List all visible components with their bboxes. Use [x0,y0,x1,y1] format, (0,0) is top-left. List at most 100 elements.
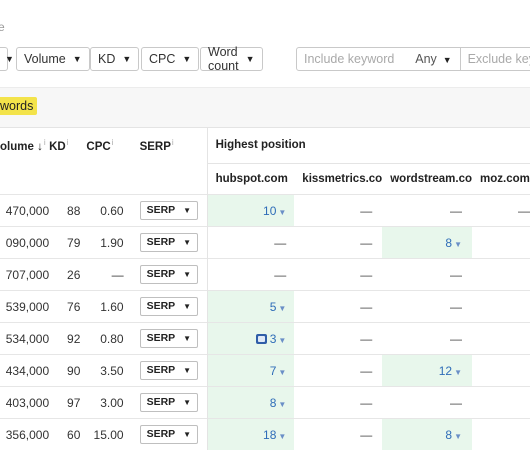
position-value: 12 [439,364,452,378]
word-count-filter-button[interactable]: Word count▼ [200,47,263,71]
position-value: — [360,300,372,314]
volume-filter-button[interactable]: Volume▼ [16,47,90,71]
position-cell [472,291,530,323]
position-value: 18 [263,428,276,442]
exclude-keyword-input[interactable]: Exclude key [461,52,530,66]
cpc-cell: 15.00 [86,419,131,450]
position-cell: — [382,259,472,291]
domain-header-moz[interactable]: moz.com [472,164,530,195]
cpc-column-header[interactable]: CPCi [86,127,131,164]
domain-header-hubspot[interactable]: hubspot.com [207,164,294,195]
chevron-down-icon: ▼ [5,54,14,64]
cpc-cell: — [86,259,131,291]
volume-cell: 707,000 [0,259,49,291]
volume-cell: 534,000 [0,323,49,355]
image-serp-feature-icon [256,334,267,344]
cpc-cell: 0.60 [86,195,131,227]
cpc-filter-label: CPC [149,52,175,66]
serp-button-label: SERP [147,300,176,312]
position-link[interactable]: 8▼ [270,396,287,410]
chevron-down-icon: ▼ [454,240,462,249]
serp-cell: SERP▼ [132,387,208,419]
position-cell: — [294,227,382,259]
breadcrumb-fragment: e [0,20,5,34]
chevron-down-icon: ▼ [183,398,191,407]
position-cell: — [382,323,472,355]
position-value: 8 [445,236,452,250]
serp-button[interactable]: SERP▼ [140,329,199,348]
table-row: 534,000920.80SERP▼3▼—— [0,323,530,355]
any-select[interactable]: Any▼ [415,52,451,66]
position-link[interactable]: 3▼ [256,332,287,346]
chevron-down-icon: ▼ [246,54,255,64]
position-value: — [450,396,462,410]
position-cell: — [382,195,472,227]
position-cell: — [294,387,382,419]
kd-cell: 76 [49,291,86,323]
serp-button[interactable]: SERP ▼ [140,297,199,316]
table-row: 539,000761.60SERP▼5▼—— [0,291,530,323]
position-cell [472,419,530,450]
filter-dropdown-partial[interactable]: ▼ [0,47,8,71]
serp-button[interactable]: SERP▼ [140,393,199,412]
position-cell [472,387,530,419]
kd-filter-label: KD [98,52,115,66]
position-cell [472,323,530,355]
domain-header-kissmetrics[interactable]: kissmetrics.co [294,164,382,195]
chevron-down-icon: ▼ [278,336,286,345]
volume-cell: 539,000 [0,291,49,323]
position-link[interactable]: 12▼ [439,364,462,378]
position-value: — [518,204,530,218]
kd-column-header[interactable]: KDi [49,127,86,164]
position-cell: — [294,195,382,227]
position-cell: 7▼ [207,355,294,387]
table-row: 434,000903.50SERP▼7▼—12▼ [0,355,530,387]
include-keyword-input[interactable]: Include keyword [297,52,402,66]
domain-header-wordstream[interactable]: wordstream.co [382,164,472,195]
serp-button[interactable]: SERP▼ [140,361,199,380]
position-value: 8 [270,396,277,410]
position-value: — [450,332,462,346]
kd-filter-button[interactable]: KD▼ [90,47,139,71]
position-value: — [450,204,462,218]
position-value: — [360,236,372,250]
position-link[interactable]: 7▼ [270,364,287,378]
position-value: — [360,332,372,346]
volume-column-header[interactable]: olume ↓i [0,127,49,164]
chevron-down-icon: ▼ [278,400,286,409]
chevron-down-icon: ▼ [183,366,191,375]
serp-cell: SERP ▼ [132,291,208,323]
chevron-down-icon: ▼ [278,432,286,441]
position-link[interactable]: 18▼ [263,428,286,442]
position-cell: — [207,259,294,291]
serp-button[interactable]: SERP▼ [140,233,199,252]
position-link[interactable]: 8▼ [445,428,462,442]
position-link[interactable]: 5▼ [270,300,287,314]
volume-cell: 470,000 [0,195,49,227]
position-link[interactable]: 8▼ [445,236,462,250]
table-row: 707,00026—SERP▼——— [0,259,530,291]
chevron-down-icon: ▼ [443,55,452,65]
position-cell: 10▼ [207,195,294,227]
position-value: — [450,268,462,282]
position-cell: 8▼ [382,419,472,450]
serp-button[interactable]: SERP▼ [140,425,199,444]
serp-cell: SERP▼ [132,259,208,291]
serp-button[interactable]: SERP▼ [140,201,199,220]
chevron-down-icon: ▼ [182,54,191,64]
chevron-down-icon: ▼ [454,368,462,377]
position-link[interactable]: 10▼ [263,204,286,218]
cpc-cell: 3.00 [86,387,131,419]
position-value: — [360,364,372,378]
serp-column-header: SERPi [132,127,208,164]
chevron-down-icon: ▼ [183,302,191,311]
keywords-table-body: 470,000880.60SERP▼10▼———090,000791.90SER… [0,195,530,450]
chevron-down-icon: ▼ [278,208,286,217]
position-value: 10 [263,204,276,218]
position-cell: — [294,419,382,450]
cpc-cell: 0.80 [86,323,131,355]
position-value: 8 [445,428,452,442]
cpc-filter-button[interactable]: CPC ▼ [141,47,199,71]
serp-button[interactable]: SERP▼ [140,265,199,284]
chevron-down-icon: ▼ [183,206,191,215]
